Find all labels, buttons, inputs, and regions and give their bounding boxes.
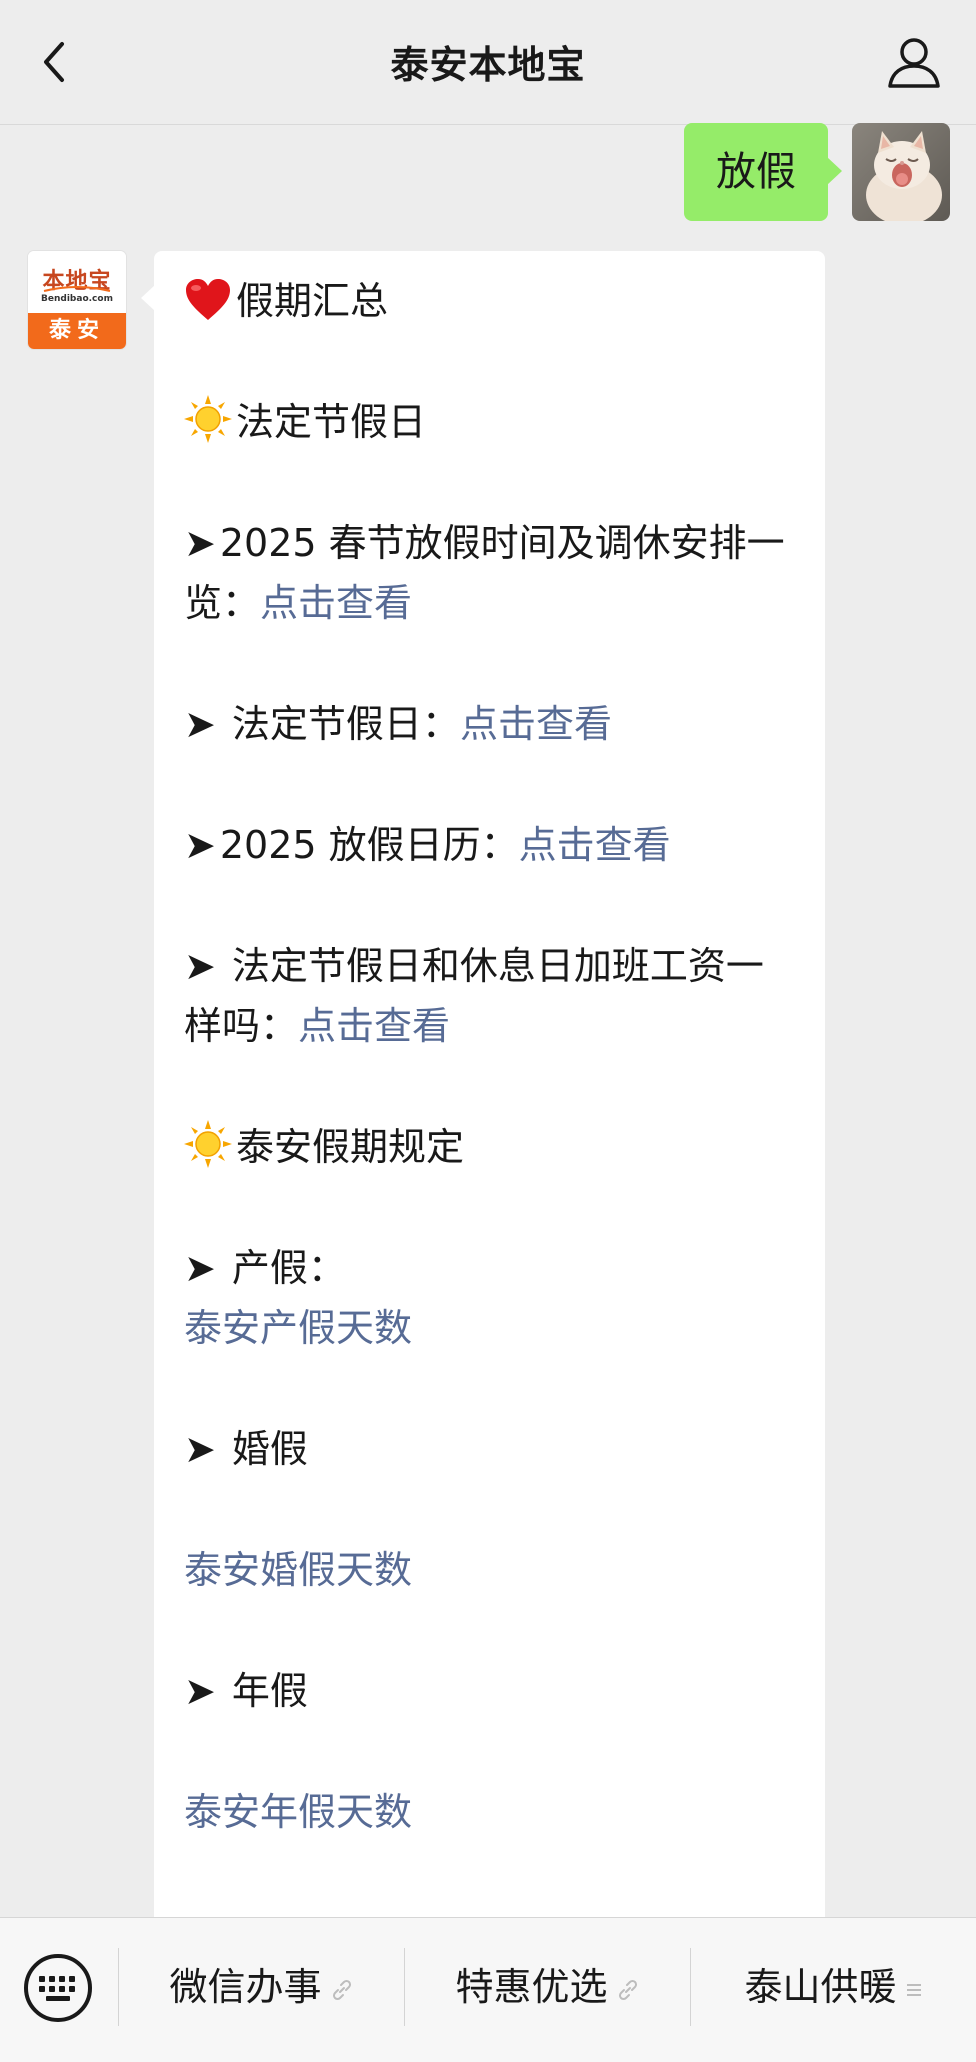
logo-swoosh-icon: [43, 286, 111, 292]
item-text: 2025 放假日历：: [219, 823, 519, 867]
arrow-icon: ➤: [184, 702, 216, 746]
arrow-icon: ➤: [184, 1246, 216, 1290]
list-item: ➤ 法定节假日：点击查看: [184, 694, 795, 754]
official-account-avatar[interactable]: 本地宝 Bendibao.com 泰安: [28, 251, 126, 349]
heading-line: 假期汇总: [184, 271, 795, 331]
sun-icon: [184, 395, 232, 443]
list-item: ➤ 年假: [184, 1661, 795, 1721]
list-item: ➤ 产假：: [184, 1238, 795, 1298]
list-item-link-line: 泰安婚假天数: [184, 1540, 795, 1600]
arrow-icon: ➤: [184, 521, 216, 565]
menu-item-deals[interactable]: 特惠优选: [405, 1948, 690, 2026]
person-icon: [888, 38, 940, 88]
view-link[interactable]: 泰安婚假天数: [184, 1548, 412, 1592]
view-link[interactable]: 泰安年假天数: [184, 1790, 412, 1834]
menu-item-label: 特惠优选: [455, 1965, 608, 2009]
list-item-link-line: 泰安产假天数: [184, 1298, 795, 1358]
item-text: 法定节假日：: [219, 702, 460, 746]
sun-icon: [184, 1120, 232, 1168]
item-text: 法定节假日和休息日加班工资一样吗：: [184, 944, 764, 1048]
brand-logo-top: 本地宝 Bendibao.com: [28, 251, 126, 313]
view-link[interactable]: 点击查看: [460, 702, 612, 746]
outgoing-bubble[interactable]: 放假: [684, 123, 842, 221]
arrow-icon: ➤: [184, 1669, 216, 1713]
profile-button[interactable]: [886, 34, 942, 90]
menu-item-wechat-services[interactable]: 微信办事: [119, 1948, 404, 2026]
section-title: 泰安假期规定: [184, 1117, 795, 1177]
link-icon: [618, 1979, 637, 2000]
incoming-bubble: 假期汇总 法定节假日 ➤ 2025 春节放假时间及调休安排一览：点击查看 ➤ 法定…: [141, 251, 825, 1921]
page-title: 泰安本地宝: [390, 43, 586, 87]
brand-domain: Bendibao.com: [41, 294, 113, 304]
arrow-icon: ➤: [184, 1427, 216, 1471]
section-title-text: 法定节假日: [236, 400, 427, 444]
section-title: 法定节假日: [184, 392, 795, 452]
list-item-link-line: 泰安年假天数: [184, 1782, 795, 1842]
keyboard-icon: [24, 1954, 92, 2022]
link-icon: [332, 1979, 351, 2000]
arrow-icon: ➤: [184, 944, 216, 988]
item-text: 婚假: [219, 1427, 308, 1471]
heading-text: 假期汇总: [236, 279, 389, 323]
user-avatar[interactable]: [852, 123, 950, 221]
view-link[interactable]: 点击查看: [298, 1004, 450, 1048]
list-item: ➤ 2025 放假日历：点击查看: [184, 815, 795, 875]
nav-header: 泰安本地宝: [0, 0, 976, 125]
bottom-menu-bar: 微信办事 特惠优选 泰山供暖: [0, 1917, 976, 2062]
menu-item-label: 泰山供暖: [744, 1965, 897, 2009]
brand-city: 泰安: [28, 313, 126, 349]
item-text: 年假: [219, 1669, 308, 1713]
item-text: 产假：: [219, 1246, 346, 1290]
list-item: ➤ 法定节假日和休息日加班工资一样吗：点击查看: [184, 936, 795, 1056]
view-link[interactable]: 点击查看: [519, 823, 671, 867]
cat-photo: [852, 123, 950, 221]
menu-item-label: 微信办事: [169, 1965, 322, 2009]
heart-icon: [186, 279, 230, 320]
menu-item-taishan-heating[interactable]: 泰山供暖: [691, 1948, 976, 2026]
arrow-icon: ➤: [184, 823, 216, 867]
menu-lines-icon: [906, 1983, 921, 1996]
view-link[interactable]: 泰安产假天数: [184, 1306, 412, 1350]
keyboard-toggle-button[interactable]: [22, 1952, 94, 2024]
view-link[interactable]: 点击查看: [260, 581, 412, 625]
list-item: ➤ 2025 春节放假时间及调休安排一览：点击查看: [184, 513, 795, 633]
list-item: ➤ 婚假: [184, 1419, 795, 1479]
section-title-text: 泰安假期规定: [236, 1125, 465, 1169]
